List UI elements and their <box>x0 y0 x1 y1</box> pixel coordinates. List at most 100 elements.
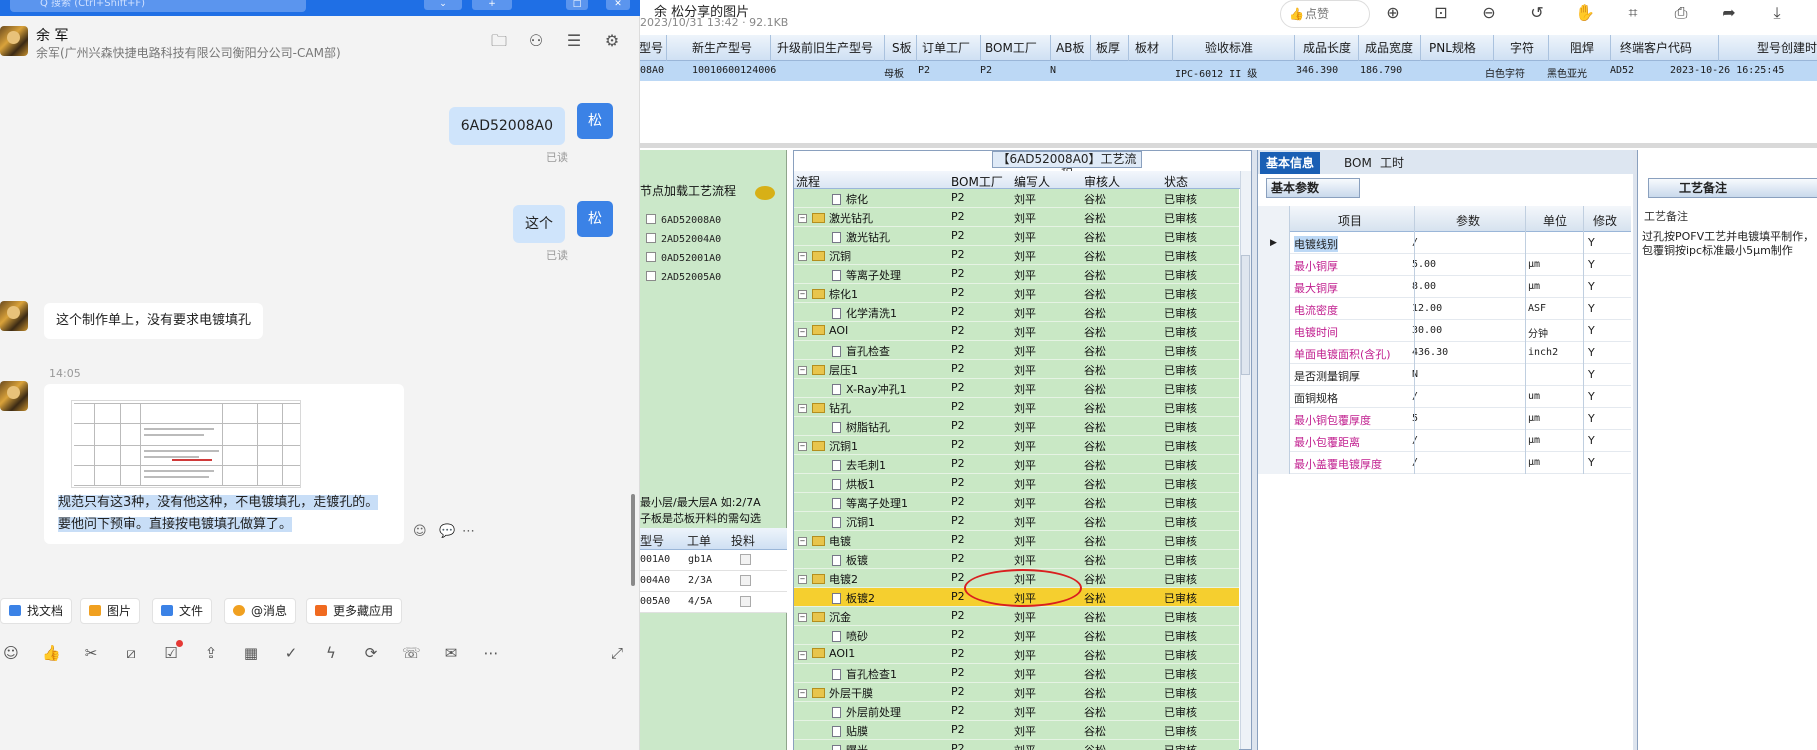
my-avatar[interactable]: 松 <box>577 201 613 237</box>
flow-row[interactable]: 化学清洗1 P2 刘平 谷松 已审核 <box>794 303 1239 322</box>
quick-file[interactable]: 文件 <box>152 598 213 624</box>
remark-text[interactable]: 过孔按POFV工艺并电镀填平制作，包覆铜按ipc标准最小5μm制作 <box>1642 230 1817 258</box>
zoom-out-icon[interactable]: ⊖ <box>1478 2 1500 24</box>
flow-row[interactable]: 沉铜1 P2 刘平 谷松 已审核 <box>794 512 1239 531</box>
slash-icon[interactable]: ⧄ <box>122 644 140 662</box>
flow-row[interactable]: 树脂钻孔 P2 刘平 谷松 已审核 <box>794 417 1239 436</box>
collapse-icon[interactable]: − <box>798 575 807 584</box>
image-message[interactable]: 规范只有这3种，没有他这种，不电镀填孔，走镀孔的。 要他问下预审。直接按电镀填孔… <box>44 384 404 544</box>
contact-avatar[interactable] <box>0 301 28 331</box>
flow-row[interactable]: − AOI1 P2 刘平 谷松 已审核 <box>794 645 1239 664</box>
tree-item[interactable]: 0AD52001A0 <box>646 252 721 264</box>
hand-icon[interactable]: ✋ <box>1574 2 1596 24</box>
ocr-icon[interactable]: ⌗ <box>1622 2 1644 24</box>
collapse-icon[interactable]: − <box>798 214 807 223</box>
flow-row[interactable]: 烘板1 P2 刘平 谷松 已审核 <box>794 474 1239 493</box>
expand-icon[interactable]: ⤢ <box>608 644 626 662</box>
forward-icon[interactable]: ➦ <box>1718 2 1740 24</box>
collapse-icon[interactable]: − <box>798 537 807 546</box>
tab-basic-info[interactable]: 基本信息 <box>1260 152 1321 174</box>
flow-scroll-thumb[interactable] <box>1241 255 1250 375</box>
more-icon[interactable]: ⋯ <box>482 644 500 662</box>
folder-icon[interactable]: 🗀 <box>488 30 510 52</box>
mail-icon[interactable]: ✉ <box>442 644 460 662</box>
horizontal-splitter[interactable] <box>640 143 1817 148</box>
collapse-icon[interactable]: − <box>798 290 807 299</box>
dropdown-button[interactable]: ⌄ <box>424 0 462 10</box>
print-icon[interactable]: ⎙ <box>1670 2 1692 24</box>
calendar-icon[interactable]: ▦ <box>242 644 260 662</box>
feed-checkbox[interactable] <box>740 596 751 607</box>
more-actions-icon[interactable]: ⋯ <box>462 524 475 539</box>
bolt-icon[interactable]: ϟ <box>322 644 340 662</box>
reply-icon[interactable]: 💬 <box>439 524 455 539</box>
flow-row[interactable]: X-Ray冲孔1 P2 刘平 谷松 已审核 <box>794 379 1239 398</box>
param-row[interactable]: 最小铜包覆厚度 5 μm Y <box>1258 408 1631 430</box>
zoom-in-icon[interactable]: ⊕ <box>1382 2 1404 24</box>
my-avatar[interactable]: 松 <box>577 103 613 139</box>
message-bubble[interactable]: 这个 <box>513 205 565 243</box>
flow-row[interactable]: − 沉金 P2 刘平 谷松 已审核 <box>794 607 1239 626</box>
contact-name[interactable]: 余 军 <box>36 25 68 45</box>
actual-size-icon[interactable]: ⊡ <box>1430 2 1452 24</box>
flow-row[interactable]: − 激光钻孔 P2 刘平 谷松 已审核 <box>794 208 1239 227</box>
quick-image[interactable]: 图片 <box>80 598 141 624</box>
flow-row[interactable]: − 电镀 P2 刘平 谷松 已审核 <box>794 531 1239 550</box>
tree-item[interactable]: 2AD52005A0 <box>646 271 721 283</box>
add-button[interactable]: + <box>472 0 512 10</box>
message-bubble[interactable]: 这个制作单上，没有要求电镀填孔 <box>44 303 264 339</box>
rotate-icon[interactable]: ↺ <box>1526 2 1548 24</box>
add-member-icon[interactable]: ⚇ <box>525 30 547 52</box>
contact-avatar[interactable] <box>0 381 28 411</box>
collapse-icon[interactable]: − <box>798 613 807 622</box>
flow-row[interactable]: − 钻孔 P2 刘平 谷松 已审核 <box>794 398 1239 417</box>
collapse-icon[interactable]: − <box>798 442 807 451</box>
message-bubble[interactable]: 6AD52008A0 <box>448 107 565 145</box>
phone-icon[interactable]: ☏ <box>402 644 421 662</box>
like-button[interactable]: 👍 点赞 <box>1280 0 1370 28</box>
task-icon[interactable]: ☑ <box>162 640 183 662</box>
param-row[interactable]: 电流密度 12.00 ASF Y <box>1258 298 1631 320</box>
collapse-icon[interactable]: − <box>798 689 807 698</box>
collapse-icon[interactable]: − <box>798 404 807 413</box>
param-row[interactable]: ▶ 电镀线别 / Y <box>1258 232 1631 254</box>
search-input[interactable]: Q 搜索 (Ctrl+Shift+F) <box>10 0 306 12</box>
contact-avatar[interactable] <box>0 26 28 56</box>
maximize-icon[interactable]: □ <box>566 0 588 10</box>
emoji-icon[interactable]: ☺ <box>2 644 20 662</box>
check-icon[interactable]: ✓ <box>282 644 300 662</box>
param-row[interactable]: 最大铜厚 8.00 μm Y <box>1258 276 1631 298</box>
flow-row[interactable]: − 外层干膜 P2 刘平 谷松 已审核 <box>794 683 1239 702</box>
flow-row[interactable]: 盲孔检查1 P2 刘平 谷松 已审核 <box>794 664 1239 683</box>
param-row[interactable]: 最小包覆距离 / μm Y <box>1258 430 1631 452</box>
upload-icon[interactable]: ⇪ <box>202 644 220 662</box>
chat-scrollbar[interactable] <box>631 494 635 586</box>
thumb-icon[interactable]: 👍 <box>42 644 61 662</box>
tab-work-hours[interactable]: 工时 <box>1374 152 1410 174</box>
close-icon[interactable]: ✕ <box>606 0 630 10</box>
flow-row[interactable]: 贴膜 P2 刘平 谷松 已审核 <box>794 721 1239 740</box>
quick-find-doc[interactable]: 找文档 <box>0 598 73 624</box>
param-row[interactable]: 是否测量铜厚 N Y <box>1258 364 1631 386</box>
param-row[interactable]: 电镀时间 30.00 分钟 Y <box>1258 320 1631 342</box>
tab-bom[interactable]: BOM <box>1338 152 1378 174</box>
download-icon[interactable]: ⤓ <box>1766 2 1788 24</box>
flow-row[interactable]: − AOI P2 刘平 谷松 已审核 <box>794 322 1239 341</box>
flow-row[interactable]: − 沉铜1 P2 刘平 谷松 已审核 <box>794 436 1239 455</box>
model-table-row[interactable]: 08A0 10010600124006 母板 P2 P2 N IPC-6012 … <box>640 61 1817 81</box>
collapse-icon[interactable]: − <box>798 651 807 660</box>
flow-row[interactable]: − 棕化1 P2 刘平 谷松 已审核 <box>794 284 1239 303</box>
flow-row[interactable]: − 层压1 P2 刘平 谷松 已审核 <box>794 360 1239 379</box>
shared-document-image[interactable] <box>71 400 301 488</box>
feed-checkbox[interactable] <box>740 575 751 586</box>
flow-row[interactable]: 板镀 P2 刘平 谷松 已审核 <box>794 550 1239 569</box>
react-emoji-icon[interactable]: ☺ <box>413 524 427 539</box>
quick-mention[interactable]: @消息 <box>224 598 297 624</box>
feed-checkbox[interactable] <box>740 554 751 565</box>
flow-row[interactable]: 等离子处理1 P2 刘平 谷松 已审核 <box>794 493 1239 512</box>
flow-row[interactable]: 曝光 P2 刘平 谷松 已审核 <box>794 740 1239 750</box>
settings-icon[interactable]: ⚙ <box>601 30 623 52</box>
param-row[interactable]: 单面电镀面积(含孔) 436.30 inch2 Y <box>1258 342 1631 364</box>
collapse-icon[interactable]: − <box>798 328 807 337</box>
search-history-icon[interactable]: ☰ <box>563 30 585 52</box>
